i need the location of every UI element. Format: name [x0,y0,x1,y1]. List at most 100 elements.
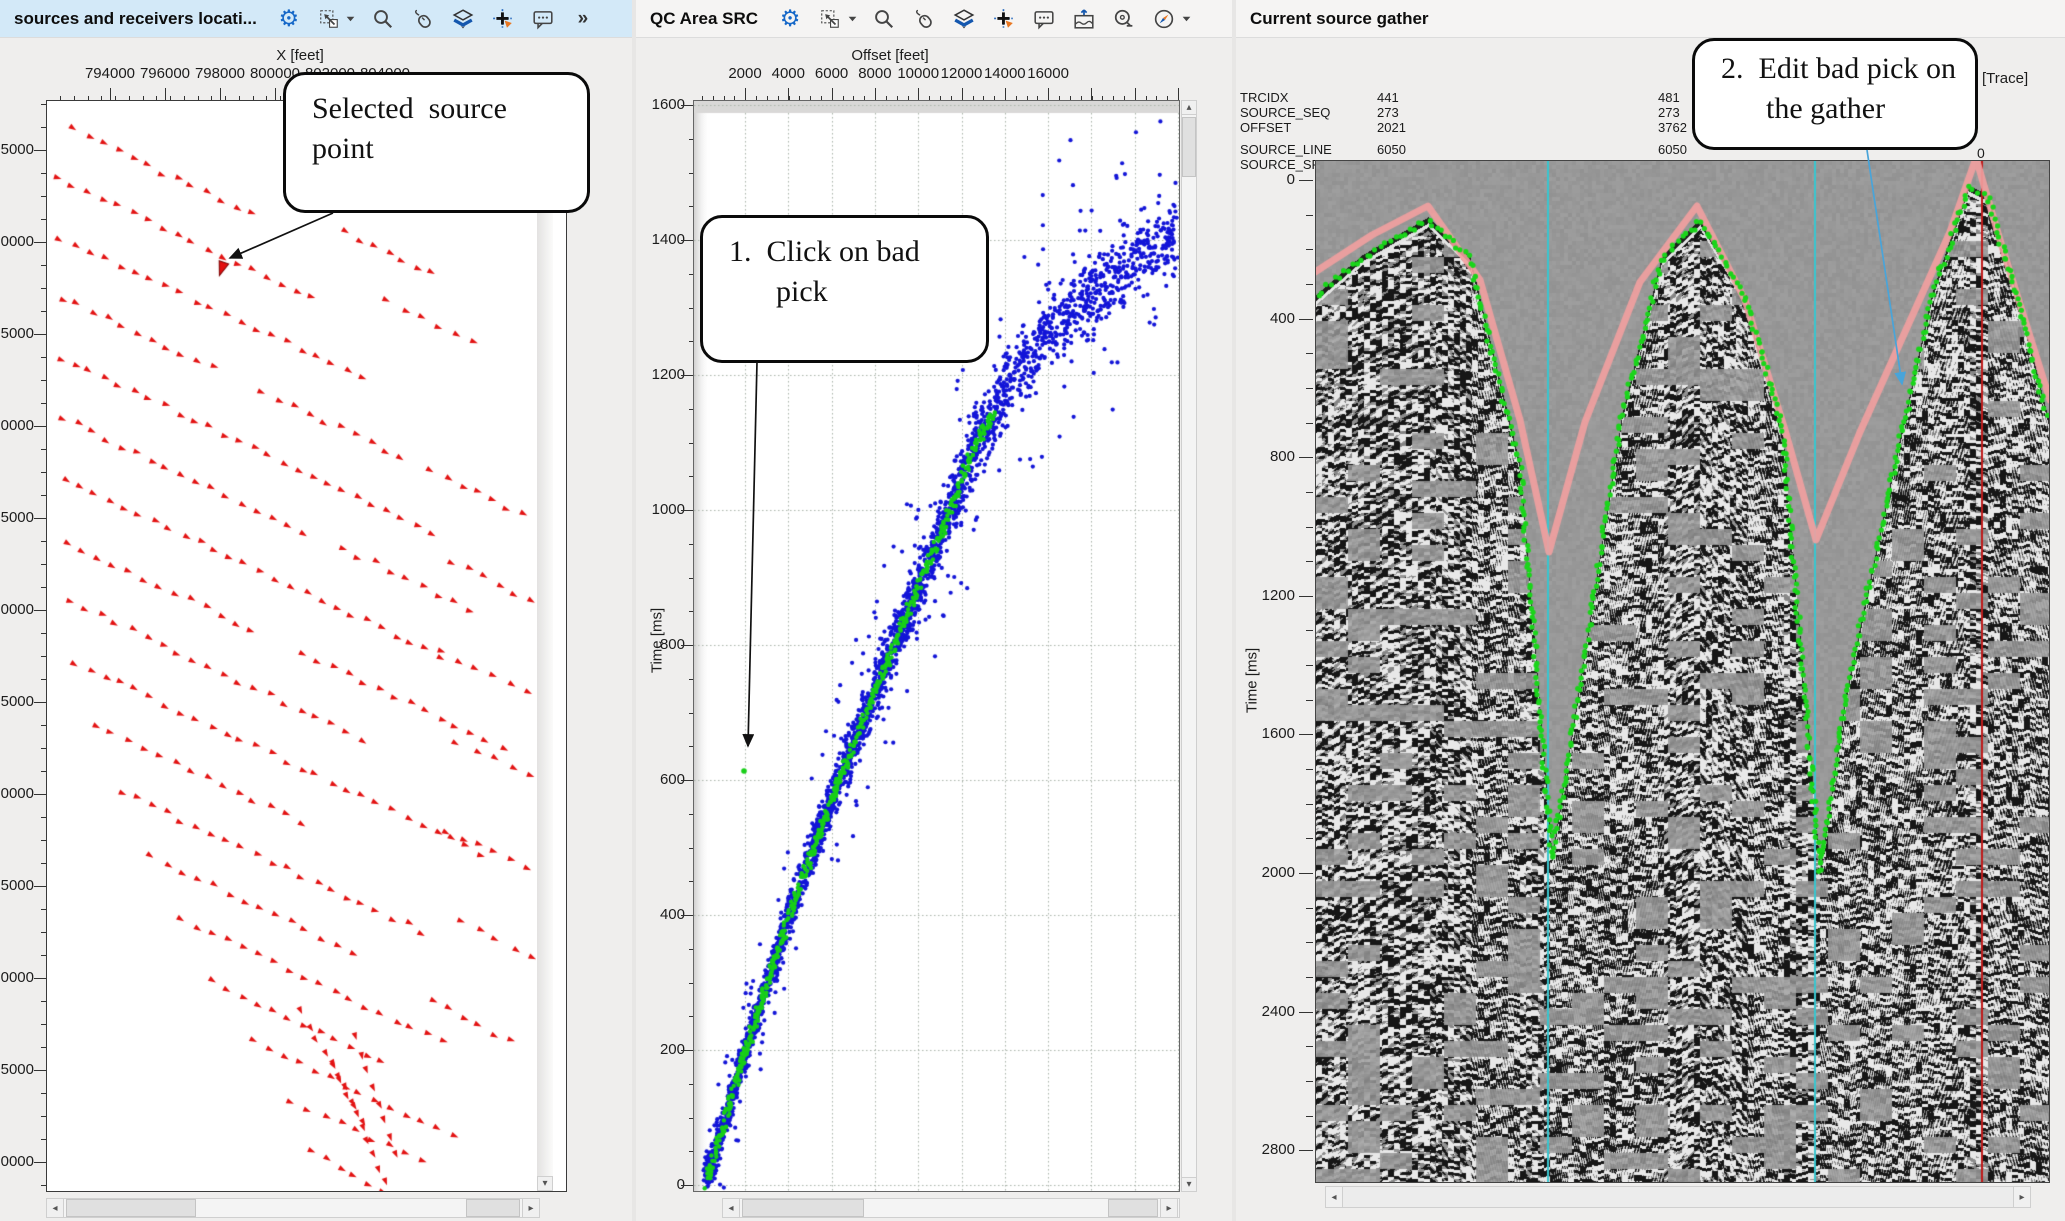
gather-horizontal-scrollbar[interactable] [1325,1186,2031,1208]
gather-hscroll-right-button[interactable]: ▸ [2013,1186,2031,1208]
qc-y-minor-tick [689,443,693,444]
map-hscroll-thumb[interactable] [66,1199,196,1217]
map-y-minor-tick [41,173,46,174]
qc-y-minor-tick [689,1151,693,1152]
qc-vscroll-thumb[interactable] [1182,117,1196,177]
map-y-tick-label: 5000 [0,877,34,894]
gather-y-minor-tick [1306,388,1313,389]
qc-x-minor-tick [983,96,984,100]
map-y-minor-tick [41,955,46,956]
source-map-canvas[interactable] [47,101,536,1191]
qc-hscroll-thumb[interactable] [742,1199,864,1217]
qc-x-minor-tick [973,96,974,100]
qc-x-minor-tick [843,96,844,100]
qc-x-minor-tick [1113,96,1114,100]
map-y-minor-tick [41,564,46,565]
qc-vscroll-down-button[interactable]: ▾ [1181,1177,1197,1192]
qc-x-minor-tick [918,96,919,100]
settings-gear-icon[interactable]: ⚙ [277,6,301,32]
callout-selected-source-point: Selected source point [283,72,590,213]
map-x-major-tick [275,88,276,100]
map-x-minor-tick [60,96,61,100]
zoom-icon[interactable] [872,6,896,32]
qc-x-minor-tick [1092,96,1093,100]
application-window: sources and receivers locati... ⚙» QC Ar… [0,0,2065,1221]
map-vscroll-down-button[interactable]: ▾ [537,1176,553,1191]
comments-icon[interactable] [531,6,555,32]
comments-icon[interactable] [1032,6,1056,32]
map-y-tick-label: 0000 [0,233,34,250]
map-x-minor-tick [170,96,171,100]
qc-x-minor-tick [1156,96,1157,100]
gather-hscroll-left-button[interactable]: ◂ [1325,1186,1343,1208]
qc-hscroll-right-button[interactable]: ▸ [1160,1198,1178,1218]
map-y-minor-tick [41,380,46,381]
callout-click-bad-pick: 1. Click on bad pick [700,215,989,363]
map-y-tick-label: 0000 [0,1153,34,1170]
qc-y-minor-tick [689,983,693,984]
map-y-minor-tick [41,817,46,818]
qc-time-tick-label: 0 [641,1176,685,1193]
map-hscroll-left-button[interactable]: ◂ [46,1198,64,1218]
compass-icon[interactable] [1152,6,1176,32]
toolbar-overflow-chevron[interactable]: » [571,6,595,32]
qc-vertical-scrollbar[interactable] [1181,100,1197,1192]
map-y-minor-tick [41,1139,46,1140]
dropdown-caret-icon[interactable] [345,6,357,32]
qc-x-minor-tick [951,96,952,100]
map-x-major-tick [110,88,111,100]
gather-header-label: OFFSET [1240,120,1370,135]
qc-y-minor-tick [689,544,693,545]
qc-x-minor-tick [875,96,876,100]
qc-x-minor-tick [1124,96,1125,100]
qc-y-minor-tick [689,1118,693,1119]
qc-vscroll-up-button[interactable]: ▴ [1181,100,1197,115]
qc-hscroll-left-button[interactable]: ◂ [722,1198,740,1218]
map-hscroll-block[interactable] [466,1199,520,1217]
measure-tape-icon[interactable] [1112,6,1136,32]
export-image-icon[interactable] [1072,6,1096,32]
layers-icon[interactable] [451,6,475,32]
map-y-minor-tick [41,104,46,105]
map-titlebar[interactable]: sources and receivers locati... ⚙» [0,0,632,38]
qc-hscroll-block[interactable] [1108,1199,1158,1217]
map-y-minor-tick [41,978,46,979]
map-hscroll-right-button[interactable]: ▸ [522,1198,540,1218]
callout-line: the gather [1721,89,1957,129]
mouse-tools-icon[interactable] [411,6,435,32]
gather-titlebar[interactable]: Current source gather [1236,0,2065,38]
zoom-icon[interactable] [371,6,395,32]
qc-y-minor-tick [689,645,693,646]
map-vertical-scrollbar[interactable] [537,101,553,1191]
layers-icon[interactable] [952,6,976,32]
dropdown-caret-icon[interactable] [846,6,858,32]
pick-mode-icon[interactable] [491,6,515,32]
mouse-tools-icon[interactable] [912,6,936,32]
qc-x-axis-title: Offset [feet] [840,47,940,64]
gather-header-value: 273 [1377,105,1447,120]
pick-mode-icon[interactable] [992,6,1016,32]
select-mode-icon[interactable] [317,6,341,32]
qc-time-tick-label: 1600 [641,96,685,113]
gather-seismic-canvas[interactable] [1316,161,2049,1182]
qc-titlebar[interactable]: QC Area SRC ⚙ [636,0,1232,38]
gather-y-minor-tick [1306,908,1313,909]
map-x-minor-tick [129,96,130,100]
map-y-tick-label: 0000 [0,417,34,434]
settings-gear-icon[interactable]: ⚙ [778,6,802,32]
dropdown-caret-icon[interactable] [1180,6,1192,32]
map-y-minor-tick [41,334,46,335]
qc-x-minor-tick [713,96,714,100]
select-mode-icon[interactable] [818,6,842,32]
map-x-major-tick [165,88,166,100]
gather-time-tick-label: 1600 [1245,725,1295,742]
map-y-minor-tick [41,725,46,726]
gather-time-tick-label: 2400 [1245,1003,1295,1020]
qc-time-tick-label: 600 [641,771,685,788]
map-x-minor-tick [225,96,226,100]
gather-y-minor-tick [1306,596,1313,597]
qc-x-minor-tick [789,96,790,100]
qc-x-minor-tick [1048,96,1049,100]
qc-y-minor-tick [689,949,693,950]
qc-x-major-tick [1178,88,1179,100]
